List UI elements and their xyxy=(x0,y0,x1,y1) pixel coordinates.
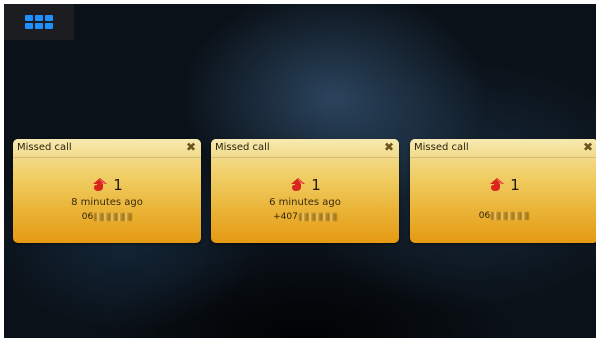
missed-call-icon xyxy=(93,178,108,191)
redacted-number xyxy=(491,212,530,220)
app-launcher-button[interactable] xyxy=(4,4,74,40)
notification-header: Missed call ✖ xyxy=(13,139,201,158)
missed-call-icon xyxy=(291,178,306,191)
missed-call-notification[interactable]: Missed call ✖ 1 06 xyxy=(410,139,596,243)
missed-call-icon xyxy=(490,178,505,191)
missed-call-notification[interactable]: Missed call ✖ 1 6 minutes ago +407 xyxy=(211,139,399,243)
missed-count-row: 1 xyxy=(211,177,399,193)
redacted-number xyxy=(298,213,337,221)
redacted-number xyxy=(94,213,133,221)
app-grid-icon xyxy=(25,15,53,29)
caller-number: +407 xyxy=(211,212,399,222)
caller-number-prefix: 06 xyxy=(81,212,94,222)
missed-call-notification[interactable]: Missed call ✖ 1 8 minutes ago 06 xyxy=(13,139,201,243)
missed-count: 1 xyxy=(113,175,123,194)
caller-number: 06 xyxy=(410,211,596,221)
caller-number: 06 xyxy=(13,212,201,222)
home-screen: Missed call ✖ 1 8 minutes ago 06 Missed … xyxy=(4,4,596,338)
notification-header: Missed call ✖ xyxy=(211,139,399,158)
notification-time: 6 minutes ago xyxy=(269,197,341,208)
missed-count: 1 xyxy=(311,175,321,194)
missed-count-row: 1 xyxy=(410,177,596,193)
caller-number-prefix: +407 xyxy=(273,212,298,222)
notification-time: 8 minutes ago xyxy=(71,197,143,208)
notification-title: Missed call xyxy=(414,142,469,153)
notification-header: Missed call ✖ xyxy=(410,139,596,158)
notification-title: Missed call xyxy=(17,142,72,153)
close-icon[interactable]: ✖ xyxy=(582,141,594,153)
close-icon[interactable]: ✖ xyxy=(383,141,395,153)
missed-count-row: 1 xyxy=(13,177,201,193)
missed-count: 1 xyxy=(510,175,520,194)
close-icon[interactable]: ✖ xyxy=(185,141,197,153)
caller-number-prefix: 06 xyxy=(478,211,491,221)
notification-title: Missed call xyxy=(215,142,270,153)
